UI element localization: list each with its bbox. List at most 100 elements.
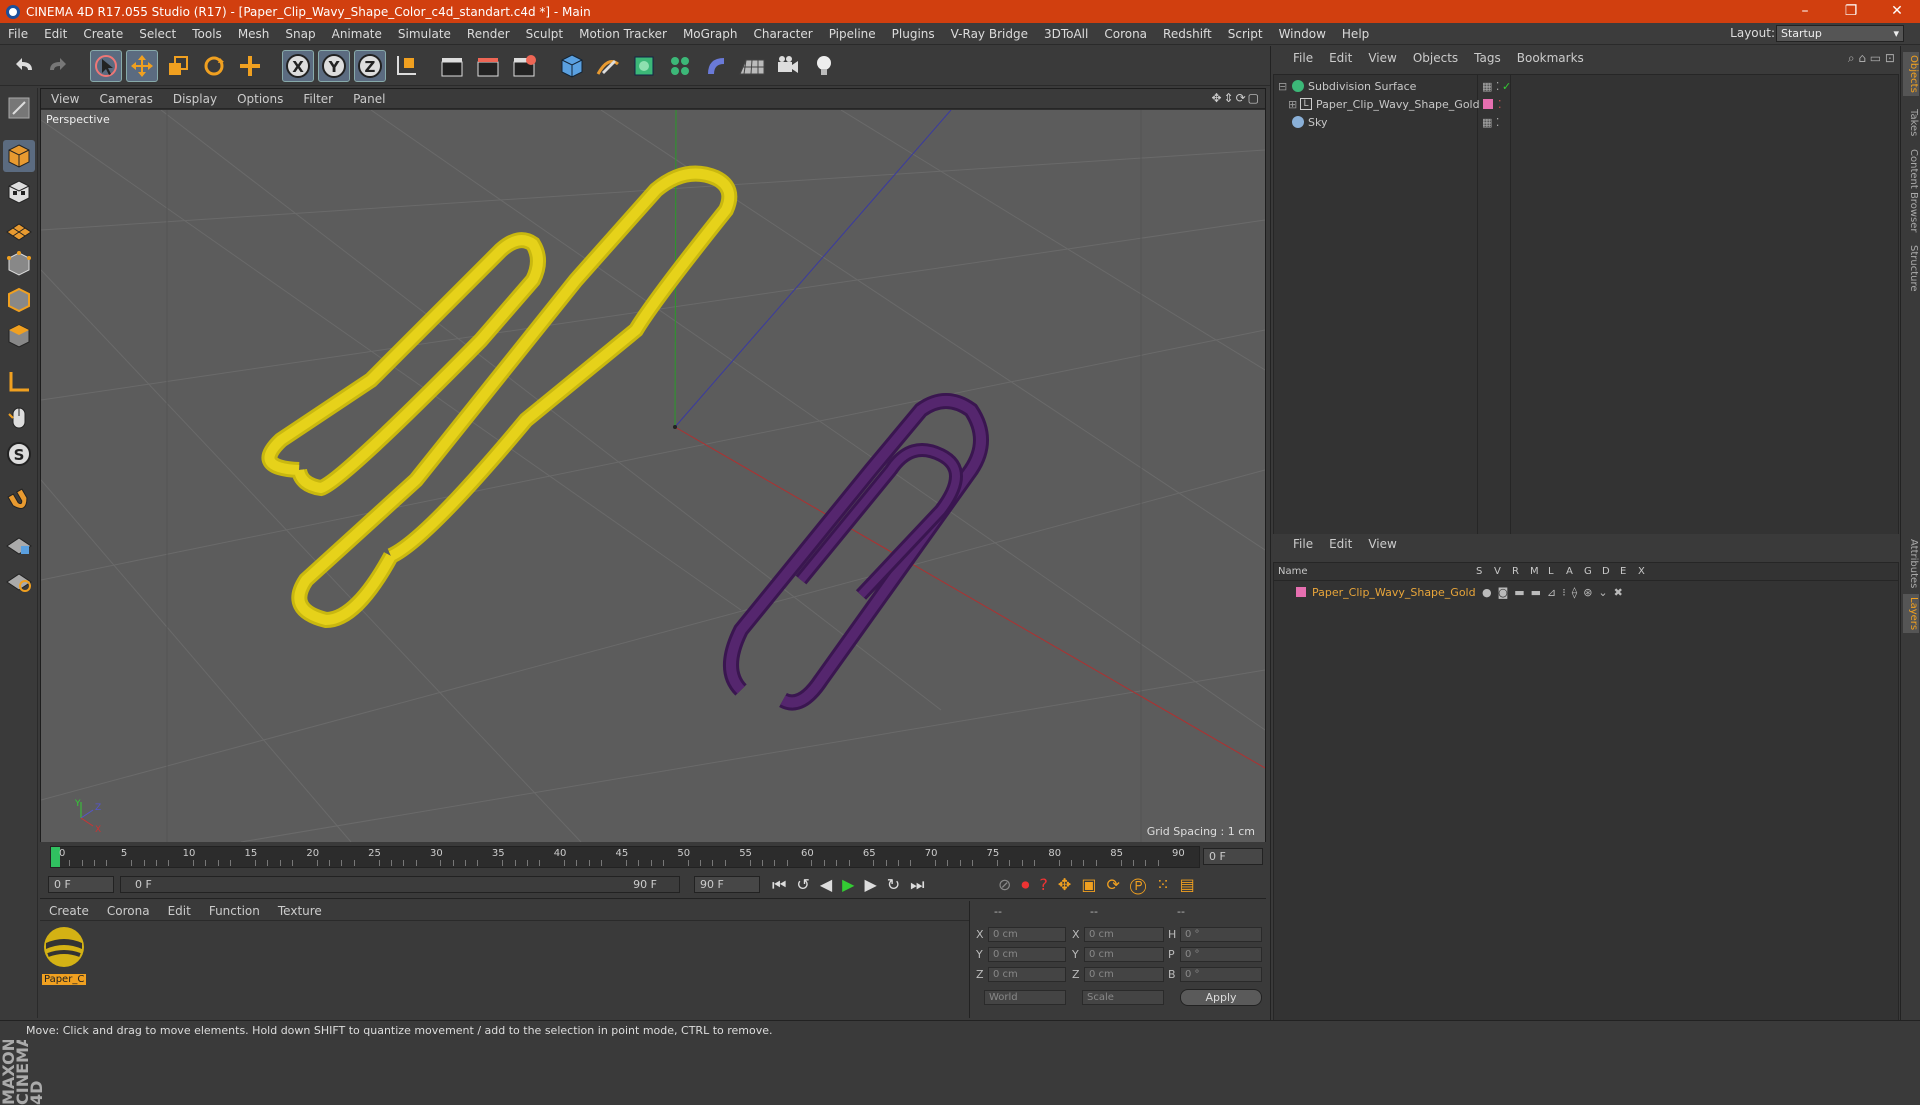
- y-axis-button[interactable]: Y: [318, 50, 350, 82]
- render-settings-button[interactable]: [508, 50, 540, 82]
- objects-panel-tools-icon[interactable]: ⌕ ⌂ ▭ ⊡: [1848, 51, 1895, 66]
- key-scale-icon[interactable]: ▣: [1081, 875, 1106, 894]
- objects-menu-view[interactable]: View: [1360, 51, 1404, 65]
- apply-button[interactable]: Apply: [1180, 989, 1262, 1006]
- menu-pipeline[interactable]: Pipeline: [821, 27, 884, 41]
- key-param-icon[interactable]: Ⓟ: [1130, 875, 1156, 894]
- objects-menu-file[interactable]: File: [1285, 51, 1321, 65]
- move-tool-button[interactable]: [126, 50, 158, 82]
- menu-sculpt[interactable]: Sculpt: [518, 27, 571, 41]
- menu-vray-bridge[interactable]: V-Ray Bridge: [943, 27, 1036, 41]
- viewport-nav-icons[interactable]: ✥⇕⟳▢: [1211, 91, 1261, 105]
- menu-corona[interactable]: Corona: [1096, 27, 1155, 41]
- auto-key-icon[interactable]: ?: [1039, 875, 1058, 894]
- expand-icon[interactable]: ⊞: [1288, 98, 1297, 111]
- magnet-button[interactable]: [3, 484, 35, 516]
- viewport-menu-cameras[interactable]: Cameras: [89, 92, 162, 106]
- step-forward-icon[interactable]: ▶: [864, 875, 886, 894]
- cube-object-button[interactable]: [556, 50, 588, 82]
- planar-workplane-button[interactable]: [3, 564, 35, 596]
- material-menu-create[interactable]: Create: [40, 904, 98, 918]
- menu-motion-tracker[interactable]: Motion Tracker: [571, 27, 675, 41]
- object-row[interactable]: ⊞ L Paper_Clip_Wavy_Shape_Gold ⁚: [1274, 95, 1898, 113]
- menu-simulate[interactable]: Simulate: [390, 27, 459, 41]
- layer-color-swatch[interactable]: [1483, 99, 1493, 109]
- objects-menu-bookmarks[interactable]: Bookmarks: [1509, 51, 1592, 65]
- object-row[interactable]: ⊟ Subdivision Surface ▦ ⁚ ✓: [1274, 77, 1898, 95]
- visibility-dots-icon[interactable]: ▦ ⁚: [1482, 80, 1499, 93]
- object-row[interactable]: Sky ▦ ⁚: [1274, 113, 1898, 131]
- subdivision-surface-button[interactable]: [628, 50, 660, 82]
- menu-edit[interactable]: Edit: [36, 27, 75, 41]
- menu-render[interactable]: Render: [459, 27, 518, 41]
- minimize-button[interactable]: –: [1782, 0, 1828, 23]
- material-menu-texture[interactable]: Texture: [269, 904, 331, 918]
- play-icon[interactable]: ▶: [842, 875, 864, 894]
- menu-window[interactable]: Window: [1271, 27, 1334, 41]
- visibility-dots-icon[interactable]: ▦ ⁚: [1482, 116, 1499, 129]
- snapping-button[interactable]: S: [3, 438, 35, 470]
- viewport-menu-view[interactable]: View: [41, 92, 89, 106]
- checkmark-icon[interactable]: ✓: [1502, 80, 1511, 93]
- objects-menu-objects[interactable]: Objects: [1405, 51, 1466, 65]
- frame-range-slider[interactable]: 0 F 90 F: [120, 876, 680, 893]
- camera-object-button[interactable]: [772, 50, 804, 82]
- live-selection-button[interactable]: [90, 50, 122, 82]
- coord-rot-h-field[interactable]: 0 °: [1180, 927, 1262, 942]
- edges-mode-button[interactable]: [3, 284, 35, 316]
- collapse-icon[interactable]: ⊟: [1278, 80, 1287, 93]
- menu-mesh[interactable]: Mesh: [230, 27, 278, 41]
- layer-toggle-icons[interactable]: ●◙▬▬⊿⁝⟠⊛⌄✖: [1482, 586, 1629, 599]
- loop-back-icon[interactable]: ↺: [796, 875, 819, 894]
- workplane-mode-button[interactable]: [3, 212, 35, 244]
- layers-menu-edit[interactable]: Edit: [1321, 537, 1360, 551]
- loop-icon[interactable]: ↻: [887, 875, 910, 894]
- tab-objects[interactable]: Objects: [1903, 52, 1919, 96]
- deformer-button[interactable]: [700, 50, 732, 82]
- timeline-window-icon[interactable]: ▤: [1180, 875, 1205, 894]
- scale-tool-button[interactable]: [162, 50, 194, 82]
- maximize-button[interactable]: ❐: [1828, 0, 1874, 23]
- layers-menu-file[interactable]: File: [1285, 537, 1321, 551]
- layer-color-swatch[interactable]: [1296, 587, 1306, 597]
- tab-structure[interactable]: Structure: [1903, 242, 1919, 295]
- render-picture-viewer-button[interactable]: [472, 50, 504, 82]
- menu-3dtoall[interactable]: 3DToAll: [1036, 27, 1096, 41]
- record-key-icon[interactable]: ⏺: [1021, 875, 1039, 894]
- model-mode-button[interactable]: [3, 140, 35, 172]
- texture-mode-button[interactable]: [3, 176, 35, 208]
- viewport-menu-display[interactable]: Display: [163, 92, 227, 106]
- menu-animate[interactable]: Animate: [324, 27, 390, 41]
- 3d-viewport[interactable]: Y Z X Perspective Grid Spacing : 1 cm: [41, 110, 1265, 842]
- menu-snap[interactable]: Snap: [277, 27, 323, 41]
- points-mode-button[interactable]: [3, 248, 35, 280]
- layers-menu-view[interactable]: View: [1360, 537, 1404, 551]
- tab-layers[interactable]: Layers: [1903, 594, 1919, 634]
- menu-tools[interactable]: Tools: [184, 27, 230, 41]
- menu-script[interactable]: Script: [1220, 27, 1271, 41]
- rotate-tool-button[interactable]: [198, 50, 230, 82]
- axis-mode-button[interactable]: [3, 366, 35, 398]
- timeline-track[interactable]: 0 5 10 15 20 25 30 35 40 45 50 55 60 65 70 75 80 85 90: [50, 846, 1200, 868]
- polygons-mode-button[interactable]: [3, 320, 35, 352]
- z-axis-button[interactable]: Z: [354, 50, 386, 82]
- viewport-menu-filter[interactable]: Filter: [293, 92, 343, 106]
- transform-tool-button[interactable]: [234, 50, 266, 82]
- menu-plugins[interactable]: Plugins: [884, 27, 943, 41]
- coord-rot-p-field[interactable]: 0 °: [1180, 947, 1262, 962]
- floor-object-button[interactable]: [736, 50, 768, 82]
- tab-attributes[interactable]: Attributes: [1903, 536, 1919, 591]
- tab-content-browser[interactable]: Content Browser: [1903, 146, 1919, 235]
- transport-buttons[interactable]: ⏮↺◀▶▶↻⏭: [772, 875, 935, 895]
- menu-help[interactable]: Help: [1334, 27, 1377, 41]
- viewport-menu-options[interactable]: Options: [227, 92, 293, 106]
- menu-select[interactable]: Select: [131, 27, 184, 41]
- objects-menu-edit[interactable]: Edit: [1321, 51, 1360, 65]
- end-frame-field[interactable]: 90 F: [694, 876, 760, 893]
- make-editable-button[interactable]: [3, 92, 35, 124]
- layout-select[interactable]: Startup ▾: [1776, 25, 1904, 42]
- lock-workplane-button[interactable]: [3, 528, 35, 560]
- coord-transform-select[interactable]: Scale: [1082, 990, 1164, 1005]
- key-position-icon[interactable]: ✥: [1058, 875, 1081, 894]
- light-object-button[interactable]: [808, 50, 840, 82]
